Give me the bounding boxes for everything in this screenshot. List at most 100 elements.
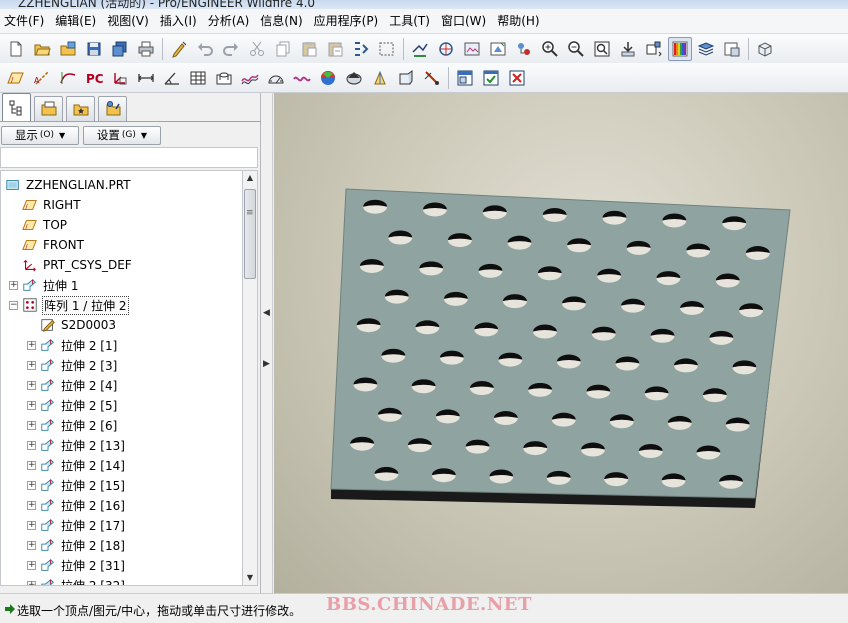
refit-button[interactable] xyxy=(590,37,614,61)
shade-button[interactable] xyxy=(342,66,366,90)
expand-icon[interactable]: + xyxy=(27,360,36,370)
gauge-button[interactable] xyxy=(264,66,288,90)
expand-icon[interactable]: + xyxy=(27,380,36,390)
saved-views-button[interactable] xyxy=(512,37,536,61)
menu-help[interactable]: 帮助(H) xyxy=(493,9,546,34)
menu-tools[interactable]: 工具(T) xyxy=(385,9,437,34)
expand-icon[interactable]: + xyxy=(27,460,36,470)
expand-icon[interactable]: + xyxy=(9,280,18,290)
redo-button[interactable] xyxy=(219,37,243,61)
copy-button[interactable] xyxy=(271,37,295,61)
tree-node[interactable]: + 拉伸 2 [3] xyxy=(27,355,118,375)
tree-node[interactable]: ZZHENGLIAN.PRT xyxy=(5,175,132,195)
mass-button[interactable] xyxy=(394,66,418,90)
expand-icon[interactable]: + xyxy=(27,580,36,585)
collapse-left-icon[interactable]: ◀ xyxy=(263,308,270,318)
view-button[interactable] xyxy=(720,37,744,61)
tree-node[interactable]: + 拉伸 1 xyxy=(9,275,79,295)
menu-file[interactable]: 文件(F) xyxy=(0,9,51,34)
save-button[interactable] xyxy=(82,37,106,61)
datum-plane-button[interactable]: / xyxy=(4,66,28,90)
appearance-gallery-button[interactable] xyxy=(668,37,692,61)
new-file-button[interactable] xyxy=(4,37,28,61)
scroll-up-icon[interactable]: ▲ xyxy=(243,171,257,185)
expand-icon[interactable]: + xyxy=(27,440,36,450)
datum-csys-button[interactable] xyxy=(108,66,132,90)
tree-node[interactable]: + 拉伸 2 [1] xyxy=(27,335,118,355)
select-box-button[interactable] xyxy=(375,37,399,61)
angle-button[interactable] xyxy=(160,66,184,90)
layers-select-button[interactable] xyxy=(642,37,666,61)
cut-button[interactable] xyxy=(245,37,269,61)
tree-node[interactable]: + 拉伸 2 [4] xyxy=(27,375,118,395)
cancel-button[interactable] xyxy=(505,66,529,90)
tree-node[interactable]: PRT_CSYS_DEF xyxy=(9,255,133,275)
hole-button[interactable] xyxy=(212,66,236,90)
zoom-in-button[interactable] xyxy=(538,37,562,61)
spin-center-button[interactable] xyxy=(434,37,458,61)
menu-info[interactable]: 信息(N) xyxy=(256,9,309,34)
tree-filter-bar[interactable] xyxy=(0,147,258,168)
menu-window[interactable]: 窗口(W) xyxy=(437,9,493,34)
orient-button[interactable] xyxy=(486,37,510,61)
tree-node[interactable]: S2D0003 xyxy=(27,315,117,335)
menu-view[interactable]: 视图(V) xyxy=(103,9,156,34)
tree-node[interactable]: + 拉伸 2 [32] xyxy=(27,575,126,585)
undo-button[interactable] xyxy=(193,37,217,61)
tree-node[interactable]: / FRONT xyxy=(9,235,85,255)
tree-node[interactable]: + 拉伸 2 [13] xyxy=(27,435,126,455)
expand-right-icon[interactable]: ▶ xyxy=(263,359,270,369)
datum-curve-button[interactable] xyxy=(56,66,80,90)
open-session-button[interactable] xyxy=(56,37,80,61)
tree-node[interactable]: + 拉伸 2 [5] xyxy=(27,395,118,415)
expand-icon[interactable]: + xyxy=(27,500,36,510)
tree-node[interactable]: + 拉伸 2 [18] xyxy=(27,535,126,555)
graphics-viewport[interactable] xyxy=(274,93,848,593)
expand-icon[interactable]: + xyxy=(27,400,36,410)
tree-node[interactable]: + 拉伸 2 [17] xyxy=(27,515,126,535)
open-folder-button[interactable] xyxy=(30,37,54,61)
color-ball-button[interactable] xyxy=(316,66,340,90)
paste-button[interactable] xyxy=(297,37,321,61)
paste-special-button[interactable] xyxy=(323,37,347,61)
tree-node[interactable]: + 拉伸 2 [14] xyxy=(27,455,126,475)
tree-scrollbar[interactable]: ▲ ≡ ▼ xyxy=(242,170,258,586)
datum-display-button[interactable] xyxy=(408,37,432,61)
tree-node[interactable]: + 拉伸 2 [15] xyxy=(27,475,126,495)
model-tree-toggle-button[interactable] xyxy=(349,37,373,61)
tree-node[interactable]: + 拉伸 2 [6] xyxy=(27,415,118,435)
datum-axis-button[interactable]: A xyxy=(30,66,54,90)
scroll-thumb[interactable] xyxy=(244,189,256,279)
expand-icon[interactable]: + xyxy=(27,420,36,430)
scroll-down-icon[interactable]: ▼ xyxy=(243,571,257,585)
print-button[interactable] xyxy=(134,37,158,61)
expand-icon[interactable]: + xyxy=(27,480,36,490)
regenerate-button[interactable] xyxy=(167,37,191,61)
model-tree[interactable]: ZZHENGLIAN.PRT / RIGHT / TOP / FRONT PRT_CSYS_D… xyxy=(0,170,243,586)
collapse-icon[interactable]: − xyxy=(9,300,18,310)
settings-dropdown[interactable]: 设置 (G) ▼ xyxy=(83,125,161,145)
cube-button[interactable] xyxy=(753,37,777,61)
perforated-plate-model[interactable] xyxy=(274,93,848,593)
layers-button[interactable] xyxy=(694,37,718,61)
measure-button[interactable] xyxy=(134,66,158,90)
tree-node[interactable]: / RIGHT xyxy=(9,195,82,215)
expand-icon[interactable]: + xyxy=(27,340,36,350)
menu-edit[interactable]: 编辑(E) xyxy=(51,9,103,34)
tree-node[interactable]: + 拉伸 2 [16] xyxy=(27,495,126,515)
show-dropdown[interactable]: 显示 (O) ▼ xyxy=(1,125,79,145)
tab-folder-browser[interactable] xyxy=(34,96,63,121)
repaint-button[interactable] xyxy=(460,37,484,61)
menu-insert[interactable]: 插入(I) xyxy=(156,9,204,34)
curvature-button[interactable] xyxy=(290,66,314,90)
tree-node[interactable]: / TOP xyxy=(9,215,68,235)
tab-model-tree[interactable] xyxy=(2,93,31,121)
expand-icon[interactable]: + xyxy=(27,560,36,570)
draft-button[interactable] xyxy=(368,66,392,90)
save-copy-button[interactable] xyxy=(108,37,132,61)
expand-icon[interactable]: + xyxy=(27,540,36,550)
menu-applications[interactable]: 应用程序(P) xyxy=(310,9,386,34)
tree-node[interactable]: − 阵列 1 / 拉伸 2 xyxy=(9,295,129,315)
tree-node[interactable]: + 拉伸 2 [31] xyxy=(27,555,126,575)
zoom-out-button[interactable] xyxy=(564,37,588,61)
